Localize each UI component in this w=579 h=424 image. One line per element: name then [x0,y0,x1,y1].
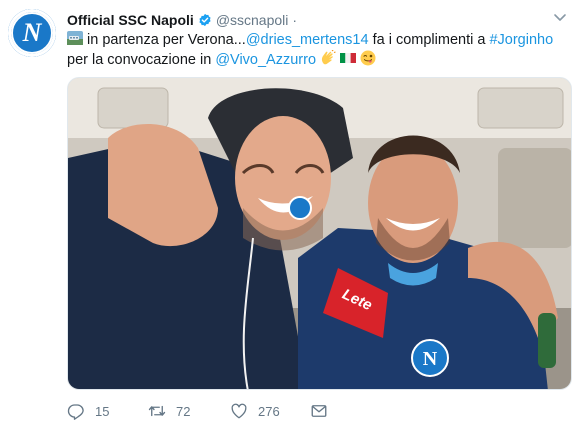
departure-train-emoji-icon [67,31,83,45]
handle[interactable]: @sscnapoli [216,12,289,28]
reply-count: 15 [95,403,110,419]
like-button[interactable]: 276 [230,402,310,420]
clapping-hands-emoji-icon [321,50,336,65]
tweet-header: Official SSC Napoli @sscnapoli · [67,10,297,30]
tweet-card[interactable]: N Official SSC Napoli @sscnapoli · in pa… [0,0,579,424]
hashtag-jorginho[interactable]: #Jorginho [489,32,553,48]
bottle [538,313,556,368]
jorginho-crest-letter: N [423,348,438,370]
tweet-photo[interactable]: Lete N [67,77,572,390]
avatar-logo-letter: N [22,18,42,47]
napoli-avatar[interactable]: N [8,9,56,57]
overhead-bin-left [97,87,169,129]
avatar-logo-ring: N [11,12,53,54]
heart-icon [231,403,247,419]
header-separator: · [292,12,298,28]
mention-dries-mertens[interactable]: @dries_mertens14 [246,32,369,48]
envelope-icon [311,405,327,417]
like-count: 276 [258,403,280,419]
italy-flag-emoji-icon [340,53,357,63]
retweet-count: 72 [176,403,191,419]
reply-icon [67,404,84,420]
tweet-text-line-1: in partenza per Verona...@dries_mertens1… [67,30,567,50]
retweet-button[interactable]: 72 [148,402,230,420]
display-name[interactable]: Official SSC Napoli [67,12,194,28]
verified-badge-icon [199,13,211,27]
overhead-bin-right [477,87,564,129]
direct-message-button[interactable] [310,402,328,420]
tweet-text-line-2: per la convocazione in @Vivo_Azzurro [67,50,567,70]
mertens-crest [288,196,312,220]
text-segment-departure: in partenza per Verona... [83,32,246,48]
tweet-actions: 15 72 276 [67,402,328,420]
retweet-icon [148,405,166,417]
photo-players-on-plane: Lete N [68,78,571,389]
winking-face-tongue-emoji-icon [360,50,376,66]
mention-vivo-azzurro[interactable]: @Vivo_Azzurro [215,52,316,68]
reply-button[interactable]: 15 [67,402,148,420]
text-segment-convocation: per la convocazione in [67,52,216,68]
chevron-down-icon[interactable] [553,12,567,24]
text-segment-compliments: fa i complimenti a [368,32,490,48]
tweet-text: in partenza per Verona...@dries_mertens1… [67,30,567,70]
airplane-window-frame [498,148,571,248]
